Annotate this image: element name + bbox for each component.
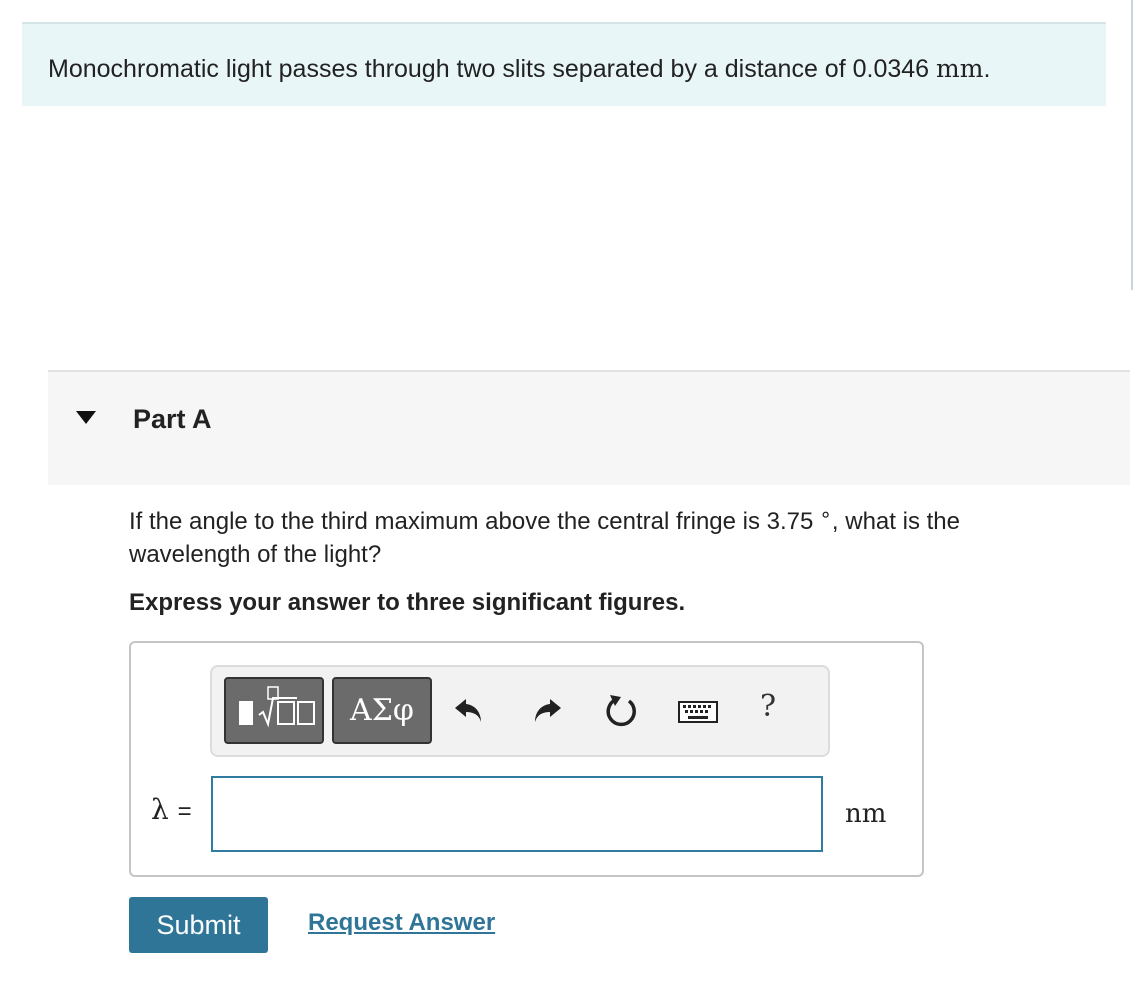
request-answer-link[interactable]: Request Answer <box>308 909 495 937</box>
templates-icon <box>239 686 315 728</box>
submit-button[interactable]: Submit <box>129 897 268 953</box>
page: Monochromatic light passes through two s… <box>0 0 1140 1002</box>
scrollbar[interactable] <box>1131 0 1133 290</box>
part-header[interactable]: Part A <box>48 370 1130 485</box>
problem-intro: Monochromatic light passes through two s… <box>22 22 1106 106</box>
answer-unit-label: nm <box>845 799 887 829</box>
intro-text: Monochromatic light passes through two s… <box>48 54 991 83</box>
triangle-down-icon[interactable] <box>76 411 96 424</box>
help-button[interactable]: ? <box>760 689 776 724</box>
question-text: If the angle to the third maximum above … <box>129 504 960 568</box>
templates-button[interactable] <box>224 677 324 744</box>
undo-icon[interactable] <box>450 691 490 731</box>
answer-variable-label: λ = <box>151 793 192 826</box>
part-title: Part A <box>133 404 212 434</box>
intro-unit: mm <box>936 54 984 83</box>
reset-icon[interactable] <box>602 691 642 731</box>
math-toolbar: ΑΣφ ? <box>210 665 830 757</box>
instruction-text: Express your answer to three significant… <box>129 589 686 616</box>
degree-symbol: ∘ <box>819 504 832 526</box>
answer-box: ΑΣφ ? λ = nm <box>129 641 924 877</box>
redo-icon[interactable] <box>526 691 566 731</box>
answer-input[interactable] <box>211 776 823 852</box>
keyboard-icon[interactable] <box>676 691 720 731</box>
greek-symbols-button[interactable]: ΑΣφ <box>332 677 432 744</box>
